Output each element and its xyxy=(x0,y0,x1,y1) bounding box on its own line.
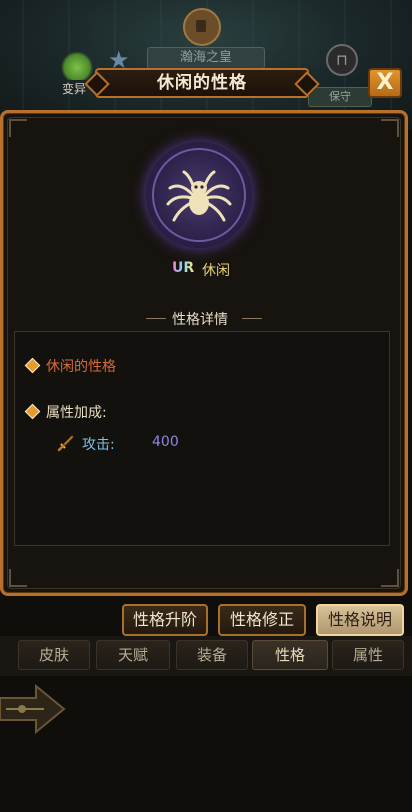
corner-ornament xyxy=(9,569,27,587)
personality-emblem xyxy=(146,142,252,248)
section-header: 性格详情 xyxy=(172,312,228,328)
personality-name: 休闲 xyxy=(202,263,230,279)
modify-personality-button[interactable]: 性格修正 xyxy=(218,604,306,636)
bonus-label: 属性加成: xyxy=(46,405,107,421)
personality-info-button[interactable]: 性格说明 xyxy=(316,604,404,636)
tab-talent[interactable]: 天赋 xyxy=(96,640,170,670)
stat-name: 攻击: xyxy=(82,437,115,453)
dialog-title: 休闲的性格 xyxy=(157,73,247,93)
tab-attributes[interactable]: 属性 xyxy=(332,640,404,670)
tab-skin[interactable]: 皮肤 xyxy=(18,640,90,670)
dialog-title-bar: 休闲的性格 xyxy=(95,68,309,98)
mutation-label: 变异 xyxy=(62,82,87,96)
corner-ornament xyxy=(9,119,27,137)
corner-ornament xyxy=(381,119,399,137)
mutation-icon[interactable] xyxy=(60,52,94,80)
background-title: 瀚海之皇 xyxy=(147,47,265,69)
upgrade-personality-button[interactable]: 性格升阶 xyxy=(122,604,208,636)
tab-personality[interactable]: 性格 xyxy=(252,640,328,670)
keep-button[interactable]: 保守 xyxy=(308,87,372,107)
corner-ornament xyxy=(381,569,399,587)
spider-icon xyxy=(166,170,232,222)
stat-value: 400 xyxy=(152,434,179,450)
top-emblem-icon xyxy=(183,8,221,46)
tab-equipment[interactable]: 装备 xyxy=(176,640,248,670)
arrow-icon[interactable] xyxy=(0,684,66,734)
close-button[interactable]: X xyxy=(368,68,402,98)
lock-icon[interactable]: ⊓ xyxy=(326,44,358,76)
sword-icon xyxy=(57,435,74,452)
rarity-badge: UR xyxy=(172,260,195,276)
header-divider xyxy=(242,318,262,319)
personality-label: 休闲的性格 xyxy=(46,359,116,375)
